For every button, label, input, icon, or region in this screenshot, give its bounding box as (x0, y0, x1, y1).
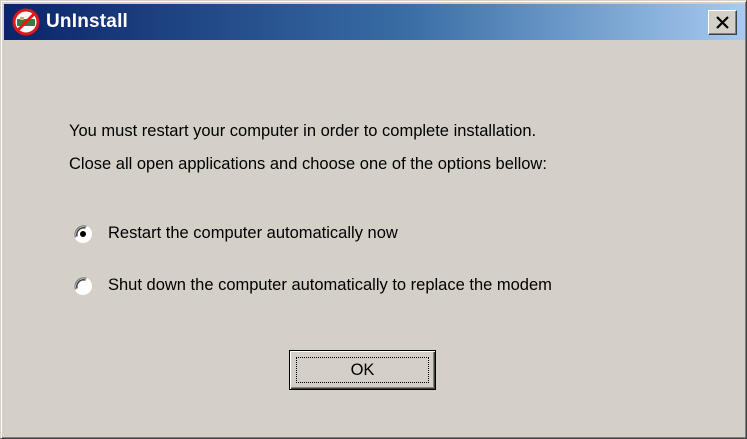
message-line-1: You must restart your computer in order … (69, 122, 537, 140)
radio-button-selected[interactable] (73, 224, 93, 244)
close-icon (716, 16, 729, 29)
radio-button-unselected[interactable] (73, 276, 93, 296)
message-line-2: Close all open applications and choose o… (69, 155, 547, 173)
title-bar[interactable]: UnInstall (4, 4, 745, 40)
option-restart-label: Restart the computer automatically now (108, 224, 398, 242)
uninstall-icon (12, 8, 40, 36)
ok-button[interactable]: OK (289, 350, 436, 390)
option-shutdown-label: Shut down the computer automatically to … (108, 276, 552, 294)
close-button[interactable] (708, 10, 737, 35)
ok-button-label: OK (350, 361, 375, 379)
uninstall-dialog: UnInstall You must restart your computer… (0, 0, 747, 439)
window-title: UnInstall (46, 11, 129, 32)
